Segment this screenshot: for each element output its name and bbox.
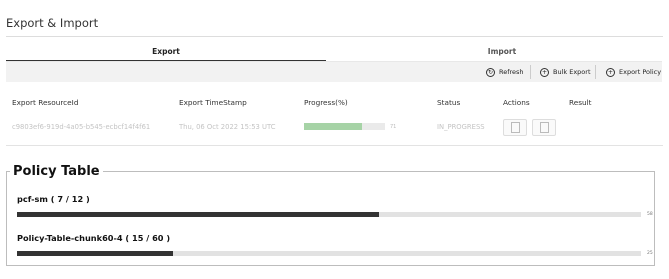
col-header-progress: Progress(%) (304, 98, 348, 107)
divider (6, 36, 663, 37)
col-header-actions: Actions (503, 98, 530, 107)
toolbar-separator (595, 65, 596, 79)
row-progress-bar (304, 123, 385, 130)
policy-item-progress-fill (17, 251, 173, 256)
policy-table-title: Policy Table (13, 164, 100, 179)
col-header-result: Result (569, 98, 592, 107)
refresh-label: Refresh (499, 68, 524, 76)
export-policy-label: Export Policy (619, 68, 662, 76)
tab-import[interactable]: Import (342, 42, 662, 60)
policy-item-percent: 25 (647, 251, 653, 256)
policy-item-progress (17, 212, 641, 217)
policy-item-percent: 58 (647, 212, 653, 217)
tab-bar: Export Import (6, 42, 662, 62)
refresh-button[interactable]: ↻ Refresh (486, 62, 524, 82)
row-progress-value: 71 (390, 124, 397, 130)
col-header-resource-id: Export ResourceId (12, 98, 79, 107)
policy-item-label: pcf-sm ( 7 / 12 ) (17, 194, 90, 204)
col-header-status: Status (437, 98, 461, 107)
document-icon (539, 122, 549, 133)
toolbar: ↻ Refresh + Bulk Export + Export Policy (6, 62, 662, 82)
toolbar-separator (530, 65, 531, 79)
row-progress-fill (304, 123, 362, 130)
refresh-icon: ↻ (486, 67, 495, 77)
cell-resource-id: c9803ef6-919d-4a05-b545-ecbcf14f4f61 (12, 123, 151, 131)
policy-item-progress (17, 251, 641, 256)
bulk-export-label: Bulk Export (553, 68, 591, 76)
col-header-timestamp: Export TimeStamp (179, 98, 247, 107)
plus-circle-icon: + (606, 67, 615, 77)
policy-item-label: Policy-Table-chunk60-4 ( 15 / 60 ) (17, 233, 171, 243)
bulk-export-button[interactable]: + Bulk Export (540, 62, 591, 82)
cell-timestamp: Thu, 06 Oct 2022 15:53 UTC (179, 123, 276, 131)
download-icon (510, 122, 520, 133)
policy-item-progress-fill (17, 212, 379, 217)
tab-export[interactable]: Export (6, 42, 326, 62)
document-action-button[interactable] (532, 119, 556, 136)
page-title: Export & Import (6, 16, 99, 30)
export-policy-button[interactable]: + Export Policy (606, 62, 661, 82)
clipped-header-text (0, 0, 669, 6)
cell-status: IN_PROGRESS (437, 123, 485, 131)
download-action-button[interactable] (503, 119, 527, 136)
plus-circle-icon: + (540, 67, 549, 77)
divider (6, 145, 663, 146)
